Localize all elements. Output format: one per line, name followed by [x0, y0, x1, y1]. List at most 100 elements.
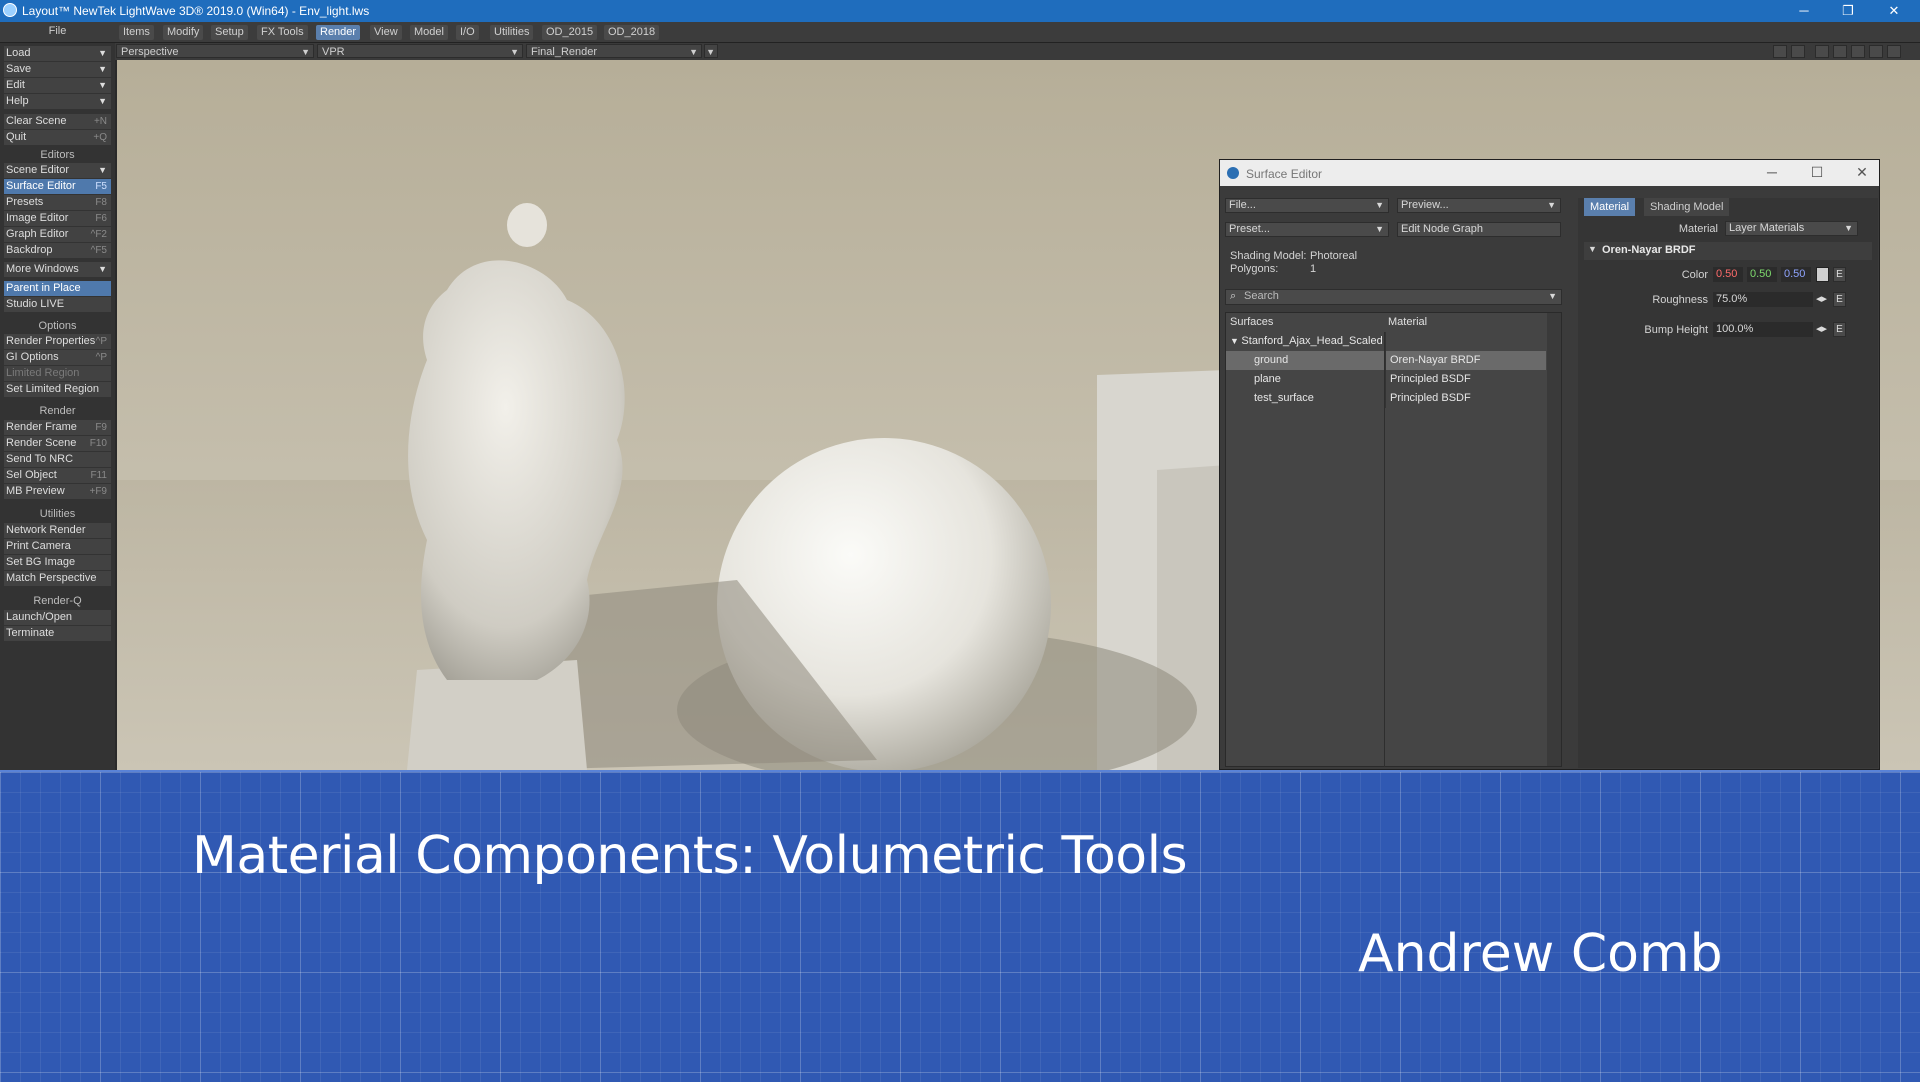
search-placeholder: Search	[1244, 290, 1279, 302]
parent-in-place-button[interactable]: Parent in Place	[4, 281, 111, 296]
save-button[interactable]: Save ▼	[4, 62, 111, 77]
set-limited-region-button[interactable]: Set Limited Region	[4, 382, 111, 397]
close-button[interactable]: ✕	[1872, 1, 1916, 21]
shortcut-label: F8	[95, 197, 107, 208]
brdf-section-header[interactable]: ▼ Oren-Nayar BRDF	[1584, 242, 1872, 260]
tab-modify[interactable]: Modify	[163, 25, 204, 40]
network-render-button[interactable]: Network Render	[4, 523, 111, 538]
clear-scene-label: Clear Scene	[6, 115, 67, 127]
tab-fx-tools[interactable]: FX Tools	[257, 25, 308, 40]
preview-dropdown[interactable]: Preview... ▼	[1397, 198, 1561, 213]
set-bg-image-button[interactable]: Set BG Image	[4, 555, 111, 570]
tab-items[interactable]: Items	[119, 25, 154, 40]
load-button[interactable]: Load ▼	[4, 46, 111, 61]
tab-material[interactable]: Material	[1584, 198, 1636, 216]
render-mode-select[interactable]: VPR ▼	[317, 44, 523, 58]
preset-dropdown[interactable]: Preset... ▼	[1225, 222, 1389, 237]
tab-shading-model[interactable]: Shading Model	[1644, 198, 1730, 216]
tab-model[interactable]: Model	[410, 25, 448, 40]
scene-editor-button[interactable]: Scene Editor ▼	[4, 163, 111, 178]
viewport-menu-button[interactable]: ▼	[704, 44, 718, 58]
menu-tabs-row: File Items Modify Setup FX Tools Render …	[0, 22, 1920, 43]
edit-node-graph-button[interactable]: Edit Node Graph	[1397, 222, 1561, 237]
launch-open-button[interactable]: Launch/Open	[4, 610, 111, 625]
zoom-icon[interactable]	[1869, 45, 1883, 58]
render-frame-button[interactable]: Render Frame F9	[4, 420, 111, 435]
move-icon[interactable]	[1833, 45, 1847, 58]
bump-height-field[interactable]: 100.0%	[1713, 322, 1813, 337]
chevron-down-icon: ▼	[689, 47, 698, 57]
color-r-field[interactable]: 0.50	[1713, 267, 1743, 282]
surface-row-test-surface[interactable]: test_surface Principled BSDF	[1226, 389, 1546, 408]
roughness-envelope-button[interactable]: E	[1833, 292, 1846, 307]
chevron-down-icon: ▼	[301, 47, 310, 57]
color-envelope-button[interactable]: E	[1833, 267, 1846, 282]
list-scrollbar[interactable]	[1547, 313, 1561, 766]
render-properties-button[interactable]: Render Properties ^P	[4, 334, 111, 349]
brdf-title: Oren-Nayar BRDF	[1602, 244, 1696, 256]
object-row[interactable]: ▼ Stanford_Ajax_Head_Scaled	[1226, 332, 1546, 351]
surface-editor-button[interactable]: Surface Editor F5	[4, 179, 111, 194]
file-dropdown-label: File...	[1229, 199, 1256, 211]
surface-name: ground	[1226, 351, 1384, 370]
material-properties-pane: Material Shading Model Material Layer Ma…	[1578, 198, 1878, 768]
color-g-field[interactable]: 0.50	[1747, 267, 1777, 282]
roughness-field[interactable]: 75.0%	[1713, 292, 1813, 307]
shortcut-label: +Q	[93, 132, 107, 143]
tab-utilities[interactable]: Utilities	[490, 25, 534, 40]
terminate-button[interactable]: Terminate	[4, 626, 111, 641]
tab-od-2015[interactable]: OD_2015	[542, 25, 598, 40]
chevron-down-icon: ▼	[1548, 291, 1557, 301]
maximize-button[interactable]: ☐	[1799, 164, 1835, 182]
send-to-nrc-button[interactable]: Send To NRC	[4, 452, 111, 467]
backdrop-button[interactable]: Backdrop ^F5	[4, 243, 111, 258]
mb-preview-label: MB Preview	[6, 485, 65, 497]
clear-scene-button[interactable]: Clear Scene +N	[4, 114, 111, 129]
tab-setup[interactable]: Setup	[211, 25, 248, 40]
bump-height-label: Bump Height	[1644, 324, 1708, 336]
search-input[interactable]: ⌕ Search ▼	[1225, 289, 1562, 305]
material-type-select[interactable]: Layer Materials ▼	[1725, 221, 1858, 236]
render-header: Render	[39, 405, 76, 417]
quit-button[interactable]: Quit +Q	[4, 130, 111, 145]
color-swatch[interactable]	[1816, 267, 1829, 282]
more-windows-button[interactable]: More Windows ▼	[4, 262, 111, 277]
restore-button[interactable]: ❐	[1826, 1, 1870, 21]
match-perspective-button[interactable]: Match Perspective	[4, 571, 111, 586]
mb-preview-button[interactable]: MB Preview +F9	[4, 484, 111, 499]
minimize-button[interactable]: ─	[1782, 1, 1826, 21]
print-camera-button[interactable]: Print Camera	[4, 539, 111, 554]
help-button[interactable]: Help ▼	[4, 94, 111, 109]
edit-button[interactable]: Edit ▼	[4, 78, 111, 93]
view-mode-select[interactable]: Perspective ▼	[116, 44, 314, 58]
sel-object-button[interactable]: Sel Object F11	[4, 468, 111, 483]
minimize-button[interactable]: ─	[1754, 164, 1790, 182]
slider-arrows-icon[interactable]: ◂▸	[1816, 322, 1827, 335]
preview-dropdown-label: Preview...	[1401, 199, 1449, 211]
tab-io[interactable]: I/O	[456, 25, 479, 40]
studio-live-button[interactable]: Studio LIVE	[4, 297, 111, 312]
presets-button[interactable]: Presets F8	[4, 195, 111, 210]
tab-od-2018[interactable]: OD_2018	[604, 25, 660, 40]
close-button[interactable]: ✕	[1844, 164, 1880, 182]
surface-row-plane[interactable]: plane Principled BSDF	[1226, 370, 1546, 389]
graph-editor-button[interactable]: Graph Editor ^F2	[4, 227, 111, 242]
maximize-viewport-icon[interactable]	[1887, 45, 1901, 58]
tab-render[interactable]: Render	[316, 25, 361, 40]
bump-envelope-button[interactable]: E	[1833, 322, 1846, 337]
slider-arrows-icon[interactable]: ◂▸	[1816, 292, 1827, 305]
image-editor-button[interactable]: Image Editor F6	[4, 211, 111, 226]
file-dropdown[interactable]: File... ▼	[1225, 198, 1389, 213]
surfaces-list: Surfaces Material ▼ Stanford_Ajax_Head_S…	[1225, 312, 1562, 767]
camera-select[interactable]: Final_Render ▼	[526, 44, 702, 58]
color-b-field[interactable]: 0.50	[1781, 267, 1811, 282]
render-scene-button[interactable]: Render Scene F10	[4, 436, 111, 451]
surface-row-ground[interactable]: ground Oren-Nayar BRDF	[1226, 351, 1546, 370]
gi-options-button[interactable]: GI Options ^P	[4, 350, 111, 365]
object-name: Stanford_Ajax_Head_Scaled	[1241, 335, 1383, 347]
rotate-icon[interactable]	[1851, 45, 1865, 58]
target-icon[interactable]	[1815, 45, 1829, 58]
gear-icon[interactable]	[1773, 45, 1787, 58]
download-icon[interactable]	[1791, 45, 1805, 58]
tab-view[interactable]: View	[370, 25, 402, 40]
